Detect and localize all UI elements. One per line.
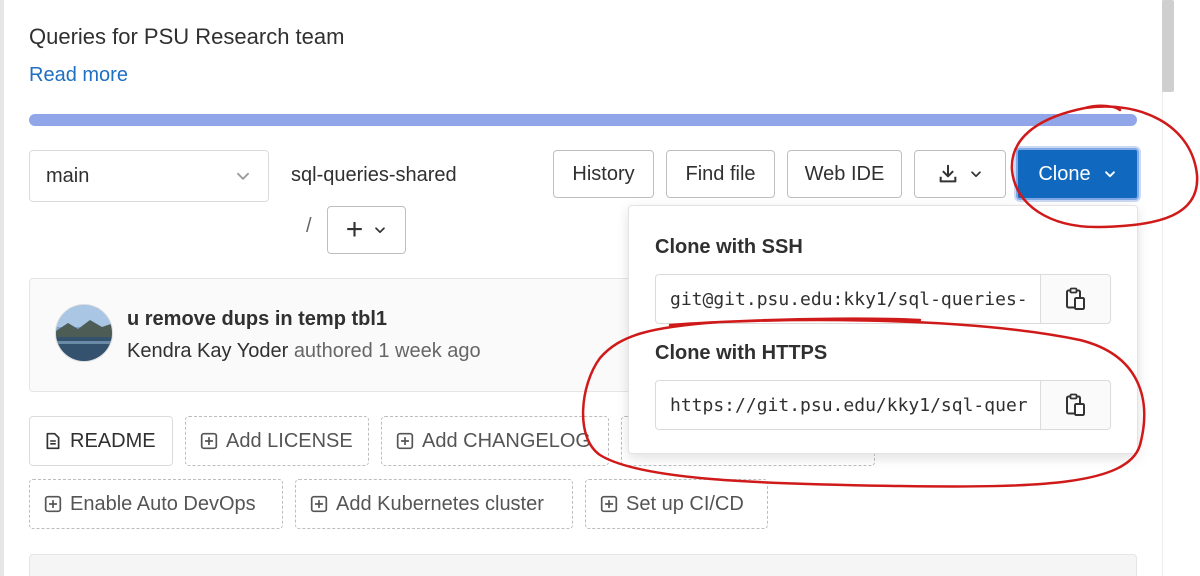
clone-https-input[interactable] [655, 380, 1041, 430]
find-file-button[interactable]: Find file [666, 150, 775, 198]
clipboard-icon [1065, 287, 1085, 310]
plus-square-icon [200, 432, 218, 450]
copy-https-button[interactable] [1040, 380, 1111, 430]
clone-dropdown: Clone with SSH Clone with HTTPS [628, 205, 1138, 454]
setup-cicd-button[interactable]: Set up CI/CD [585, 479, 768, 529]
document-icon [46, 432, 60, 450]
clone-label: Clone [1038, 162, 1091, 185]
language-bar [29, 114, 1137, 126]
commit-meta: Kendra Kay Yoder authored 1 week ago [127, 340, 481, 363]
commit-time: 1 week ago [378, 340, 481, 362]
plus-square-icon [44, 495, 62, 513]
add-changelog-label: Add CHANGELOG [422, 429, 591, 452]
clone-https-label: Clone with HTTPS [655, 342, 828, 364]
setup-cicd-label: Set up CI/CD [626, 492, 744, 515]
enable-auto-devops-button[interactable]: Enable Auto DevOps [29, 479, 283, 529]
download-button[interactable] [914, 150, 1006, 198]
add-kubernetes-button[interactable]: Add Kubernetes cluster [295, 479, 573, 529]
enable-auto-devops-label: Enable Auto DevOps [70, 492, 256, 515]
chevron-down-icon [971, 171, 981, 178]
plus-square-icon [396, 432, 414, 450]
chevron-down-icon [375, 227, 386, 234]
clone-ssh-input[interactable] [655, 274, 1041, 324]
chevron-down-icon [237, 172, 249, 180]
left-border [0, 0, 4, 576]
avatar-image [56, 305, 112, 361]
copy-ssh-button[interactable] [1040, 274, 1111, 324]
commit-authored-label: authored [293, 340, 373, 362]
clone-button[interactable]: Clone [1016, 148, 1139, 200]
web-ide-button[interactable]: Web IDE [787, 150, 902, 198]
history-button[interactable]: History [553, 150, 654, 198]
add-license-button[interactable]: Add LICENSE [185, 416, 369, 466]
add-kubernetes-label: Add Kubernetes cluster [336, 492, 544, 515]
plus-icon: + [345, 213, 364, 246]
commit-title[interactable]: u remove dups in temp tbl1 [127, 308, 387, 331]
add-license-label: Add LICENSE [226, 429, 353, 452]
readme-button[interactable]: README [29, 416, 173, 466]
repo-path[interactable]: sql-queries-shared [291, 164, 457, 187]
add-file-button[interactable]: + [327, 206, 406, 254]
readme-label: README [70, 429, 156, 452]
file-tree-panel [29, 554, 1137, 576]
plus-square-icon [600, 495, 618, 513]
download-icon [939, 164, 957, 183]
clipboard-icon [1065, 393, 1085, 416]
read-more-link[interactable]: Read more [29, 64, 128, 87]
add-changelog-button[interactable]: Add CHANGELOG [381, 416, 609, 466]
branch-selector[interactable]: main [29, 150, 269, 202]
chevron-down-icon [1104, 171, 1115, 178]
path-separator: / [306, 215, 312, 237]
project-description: Queries for PSU Research team [29, 24, 345, 49]
commit-author[interactable]: Kendra Kay Yoder [127, 340, 288, 362]
branch-name: main [46, 164, 90, 187]
plus-square-icon [310, 495, 328, 513]
avatar[interactable] [55, 304, 113, 362]
clone-ssh-label: Clone with SSH [655, 236, 803, 258]
scrollbar-thumb[interactable] [1162, 0, 1174, 92]
